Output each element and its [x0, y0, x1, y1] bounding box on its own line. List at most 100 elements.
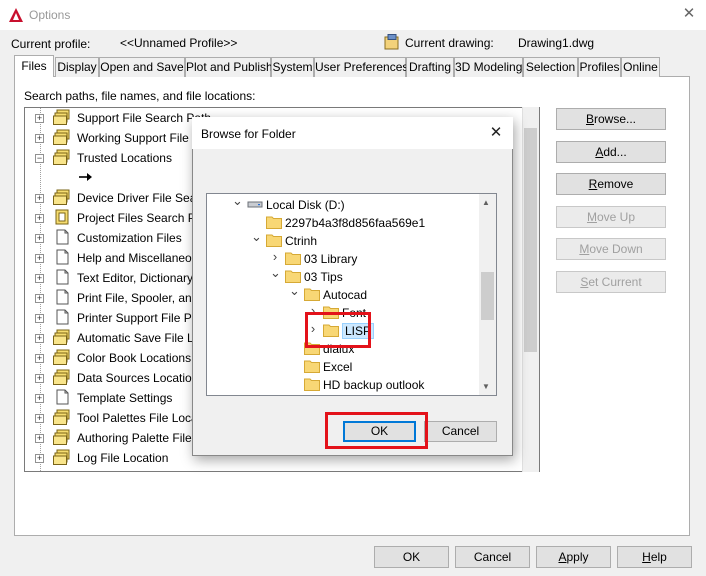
drive-icon	[247, 197, 263, 211]
help-button[interactable]: Help	[617, 546, 692, 568]
tab-system[interactable]: System	[271, 57, 314, 77]
expand-icon[interactable]: +	[35, 434, 44, 443]
expand-icon[interactable]: +	[35, 454, 44, 463]
expand-icon[interactable]: +	[35, 194, 44, 203]
current-profile-value: <<Unnamed Profile>>	[120, 36, 238, 50]
search-paths-label: Search paths, file names, and file locat…	[24, 89, 256, 103]
folder-icon	[285, 251, 301, 265]
expand-icon[interactable]: +	[35, 414, 44, 423]
expand-icon[interactable]: +	[35, 114, 44, 123]
folder-icon	[304, 359, 320, 373]
tab-profiles[interactable]: Profiles	[578, 57, 621, 77]
collapse-icon[interactable]: −	[35, 154, 44, 163]
tree-item-label: Trusted Locations	[77, 151, 172, 165]
folder-stack-icon	[53, 449, 71, 465]
folder-stack-icon	[53, 409, 71, 425]
document-icon	[53, 249, 71, 265]
expand-icon[interactable]: +	[35, 314, 44, 323]
expand-icon[interactable]: +	[35, 214, 44, 223]
move-down-button[interactable]: Move Down	[556, 238, 666, 260]
tab-selection[interactable]: Selection	[523, 57, 578, 77]
folder-scrollbar-thumb[interactable]	[481, 272, 494, 320]
chevron-right-icon[interactable]: ›	[270, 250, 280, 264]
document-icon	[53, 309, 71, 325]
expand-icon[interactable]: +	[35, 274, 44, 283]
scroll-down-arrow-icon[interactable]: ▼	[482, 382, 490, 391]
folder-label: Excel	[323, 360, 353, 374]
tab-plot-and-publish[interactable]: Plot and Publish	[185, 57, 273, 77]
document-icon	[53, 389, 71, 405]
tab-user-preferences[interactable]: User Preferences	[314, 57, 408, 77]
chevron-down-icon[interactable]: ⌄	[251, 230, 262, 244]
tab-files[interactable]: Files	[14, 55, 54, 77]
folder-icon	[285, 269, 301, 283]
browse-button[interactable]: Browse...	[556, 108, 666, 130]
folder-icon	[304, 287, 320, 301]
apply-button[interactable]: Apply	[536, 546, 611, 568]
ok-button[interactable]: OK	[374, 546, 449, 568]
expand-icon[interactable]: +	[35, 334, 44, 343]
expand-icon[interactable]: +	[35, 394, 44, 403]
tree-item-label: Customization Files	[77, 231, 182, 245]
folder-row[interactable]: Excel	[207, 358, 479, 376]
folder-row[interactable]: ⌄ Autocad	[207, 284, 479, 304]
set-current-button[interactable]: Set Current	[556, 271, 666, 293]
add-button[interactable]: Add...	[556, 141, 666, 163]
expand-icon[interactable]: +	[35, 354, 44, 363]
chevron-down-icon[interactable]: ⌄	[289, 284, 300, 298]
dialog-cancel-button[interactable]: Cancel	[424, 421, 497, 442]
folder-label: HD backup outlook	[323, 378, 425, 392]
tree-scrollbar-thumb[interactable]	[524, 128, 537, 352]
title-bar	[0, 0, 706, 30]
project-folder-icon	[53, 209, 71, 225]
dialog-title: Browse for Folder	[201, 127, 296, 141]
document-icon	[53, 269, 71, 285]
folder-tree[interactable]: ⌄ Local Disk (D:) 2297b4a3f8d856faa569e1 ⌄ C…	[206, 193, 497, 396]
scroll-up-arrow-icon[interactable]: ▲	[482, 198, 490, 207]
folder-row[interactable]: 2297b4a3f8d856faa569e1	[207, 214, 479, 232]
chevron-down-icon[interactable]: ⌄	[232, 194, 243, 208]
tree-item-label: Color Book Locations	[77, 351, 192, 365]
expand-icon[interactable]: +	[35, 234, 44, 243]
folder-icon	[304, 377, 320, 391]
folder-row[interactable]: › 03 Library	[207, 250, 479, 268]
folder-row[interactable]: HD backup outlook	[207, 376, 479, 394]
folder-icon	[266, 215, 282, 229]
current-drawing-label: Current drawing:	[405, 36, 494, 50]
expand-icon[interactable]: +	[35, 374, 44, 383]
folder-label: 03 Tips	[304, 270, 343, 284]
tab-online[interactable]: Online	[621, 57, 660, 77]
expand-icon[interactable]: +	[35, 254, 44, 263]
tab-drafting[interactable]: Drafting	[406, 57, 454, 77]
current-drawing-value: Drawing1.dwg	[518, 36, 595, 50]
chevron-down-icon[interactable]: ⌄	[270, 266, 281, 280]
tree-item-label: Printer Support File Path	[77, 311, 209, 325]
arrow-right-icon	[77, 169, 95, 185]
folder-label: Autocad	[323, 288, 368, 302]
folder-row[interactable]: ⌄ 03 Tips	[207, 266, 479, 286]
folder-label: 03 Library	[304, 252, 358, 266]
move-up-button[interactable]: Move Up	[556, 206, 666, 228]
expand-icon[interactable]: +	[35, 294, 44, 303]
cancel-button[interactable]: Cancel	[455, 546, 530, 568]
folder-stack-icon	[53, 349, 71, 365]
current-profile-label: Current profile:	[11, 37, 91, 51]
tab-open-and-save[interactable]: Open and Save	[99, 57, 185, 77]
folder-row[interactable]: ⌄ Ctrinh	[207, 230, 479, 250]
tree-item-label: Data Sources Location	[77, 371, 199, 385]
document-icon	[53, 289, 71, 305]
remove-button[interactable]: Remove	[556, 173, 666, 195]
ok-highlight-box	[325, 412, 428, 449]
folder-stack-icon	[53, 369, 71, 385]
expand-icon[interactable]: +	[35, 134, 44, 143]
tab-display[interactable]: Display	[55, 57, 99, 77]
autocad-logo-icon	[9, 8, 23, 22]
tab-3d-modeling[interactable]: 3D Modeling	[454, 57, 523, 77]
folder-row[interactable]: ⌄ Local Disk (D:)	[207, 194, 479, 214]
dialog-close-icon[interactable]: ✕	[484, 122, 508, 144]
close-icon[interactable]: ✕	[678, 4, 700, 24]
folder-label: Ctrinh	[285, 234, 318, 248]
folder-tree-viewport: ⌄ Local Disk (D:) 2297b4a3f8d856faa569e1 ⌄ C…	[207, 194, 479, 395]
folder-icon	[266, 233, 282, 247]
lisp-highlight-box	[305, 312, 371, 348]
